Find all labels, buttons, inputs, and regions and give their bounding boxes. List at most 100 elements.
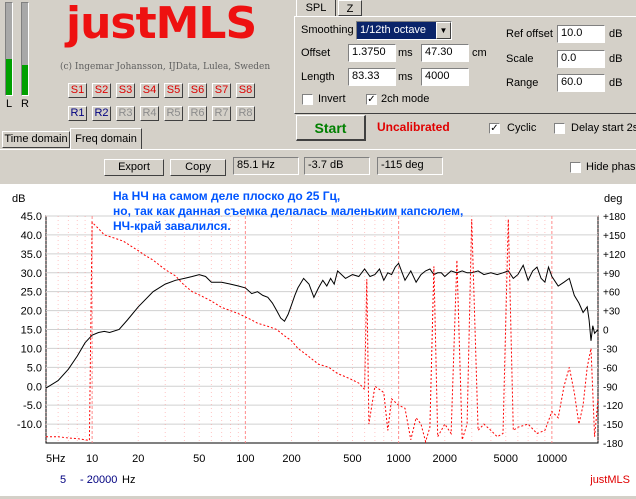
memory-button-r6[interactable]: R6 [188, 106, 207, 121]
offset-cm-unit: cm [472, 47, 487, 59]
cyclic-label: Cyclic [507, 122, 537, 134]
x-tick-label: 200 [282, 453, 300, 465]
range-unit: dB [609, 77, 623, 89]
export-button[interactable]: Export [104, 159, 164, 176]
memory-button-s6[interactable]: S6 [188, 83, 207, 98]
y-tick-label: -10.0 [17, 419, 42, 431]
invert-label: Invert [318, 93, 346, 105]
meter-left-label: L [6, 98, 13, 110]
x-tick-label: 10 [86, 453, 98, 465]
offset-cm-input[interactable]: 47.30 [421, 44, 469, 62]
frequency-response-chart[interactable]: dB deg 45.0 40.0 35.0 30.0 25.0 20.0 15.0 10.0 5.0… [0, 184, 636, 496]
twoch-checkbox[interactable]: ✓ [366, 94, 377, 105]
range-input[interactable]: 60.0 [557, 74, 605, 92]
copyright-text: (c) Ingemar Johansson, IJData, Lulea, Sw… [60, 62, 271, 72]
x-tick-label: 5Hz [46, 453, 66, 465]
y-tick-label: 0.0 [27, 381, 42, 393]
length-samples-input[interactable]: 4000 [421, 68, 469, 86]
memory-button-s1[interactable]: S1 [68, 83, 87, 98]
memory-button-r1[interactable]: R1 [68, 106, 87, 121]
y2-tick-label: -120 [603, 401, 623, 412]
y-tick-label: 20.0 [21, 306, 42, 318]
x-tick-label: 100 [236, 453, 254, 465]
y2-tick-label: -150 [603, 420, 623, 431]
tab-spl[interactable]: SPL [296, 0, 336, 17]
y-tick-label: 40.0 [21, 230, 42, 242]
meter-left [5, 2, 13, 96]
memory-button-s5[interactable]: S5 [164, 83, 183, 98]
y2-tick-label: -60 [603, 363, 618, 374]
offset-label: Offset [301, 47, 331, 59]
y2-tick-label: -180 [603, 439, 623, 450]
offset-ms-unit: ms [398, 47, 413, 59]
memory-button-r2[interactable]: R2 [92, 106, 111, 121]
delay-label: Delay start 2s [571, 122, 636, 134]
smoothing-select[interactable]: 1/12th octave ▼ [356, 21, 452, 40]
length-ms-input[interactable]: 83.33 [348, 68, 396, 86]
memory-button-r8[interactable]: R8 [236, 106, 255, 121]
y2-tick-label: +150 [603, 231, 626, 242]
meter-right [21, 2, 29, 96]
y2-tick-label: -30 [603, 344, 618, 355]
delay-checkbox[interactable] [554, 123, 565, 134]
memory-button-r4[interactable]: R4 [140, 106, 159, 121]
smoothing-value: 1/12th octave [360, 24, 427, 36]
y2-tick-label: +180 [603, 212, 626, 223]
range-label: Range [506, 77, 539, 89]
chart-area: dB deg 45.0 40.0 35.0 30.0 25.0 20.0 15.0 10.0 5.0… [0, 184, 636, 496]
ref-offset-unit: dB [609, 28, 623, 40]
chevron-down-icon[interactable]: ▼ [436, 22, 451, 39]
app-logo: justMLS [66, 0, 257, 49]
tab-z[interactable]: Z [338, 0, 362, 16]
copy-button[interactable]: Copy [170, 159, 226, 176]
ref-offset-input[interactable]: 10.0 [557, 25, 605, 43]
hide-phase-label: Hide phas [586, 161, 636, 173]
footer-range-from: 5 [60, 474, 66, 486]
y2-tick-label: -90 [603, 382, 618, 393]
hide-phase-checkbox[interactable] [570, 162, 581, 173]
y2-axis-label: deg [604, 193, 622, 205]
level-meters [3, 2, 31, 100]
memory-button-r7[interactable]: R7 [212, 106, 231, 121]
footer-brand: justMLS [589, 474, 630, 486]
memory-button-s7[interactable]: S7 [212, 83, 231, 98]
offset-ms-input[interactable]: 1.3750 [348, 44, 396, 62]
x-tick-label: 20 [132, 453, 144, 465]
memory-button-r3[interactable]: R3 [116, 106, 135, 121]
memory-button-s8[interactable]: S8 [236, 83, 255, 98]
y-tick-label: 45.0 [21, 211, 42, 223]
y-tick-label: 25.0 [21, 287, 42, 299]
calibration-status: Uncalibrated [377, 120, 450, 134]
length-label: Length [301, 71, 335, 83]
x-tick-label: 2000 [433, 453, 457, 465]
memory-button-r5[interactable]: R5 [164, 106, 183, 121]
y-tick-label: 15.0 [21, 325, 42, 337]
tab-freq-domain[interactable]: Freq domain [70, 128, 142, 149]
scale-label: Scale [506, 53, 534, 65]
y2-tick-label: +90 [603, 269, 620, 280]
memory-button-s4[interactable]: S4 [140, 83, 159, 98]
annotation-line: но, так как данная съемка делалась мален… [113, 204, 463, 218]
y-tick-label: 5.0 [27, 362, 42, 374]
scale-input[interactable]: 0.0 [557, 50, 605, 68]
y2-tick-label: +60 [603, 288, 620, 299]
y-tick-label: 30.0 [21, 268, 42, 280]
y2-tick-label: 0 [603, 326, 609, 337]
y2-tick-label: +120 [603, 250, 626, 261]
smoothing-label: Smoothing [301, 24, 354, 36]
memory-button-s2[interactable]: S2 [92, 83, 111, 98]
cyclic-checkbox[interactable]: ✓ [489, 123, 500, 134]
x-tick-label: 10000 [537, 453, 568, 465]
invert-checkbox[interactable] [302, 94, 313, 105]
x-tick-label: 500 [343, 453, 361, 465]
tab-time-domain[interactable]: Time domain [2, 131, 70, 148]
twoch-label: 2ch mode [381, 93, 430, 105]
start-button[interactable]: Start [296, 115, 366, 141]
length-ms-unit: ms [398, 71, 413, 83]
level-readout: -3.7 dB [304, 157, 370, 175]
x-tick-label: 1000 [386, 453, 410, 465]
memory-button-s3[interactable]: S3 [116, 83, 135, 98]
y-tick-label: 10.0 [21, 343, 42, 355]
x-tick-label: 50 [193, 453, 205, 465]
scale-unit: dB [609, 53, 623, 65]
